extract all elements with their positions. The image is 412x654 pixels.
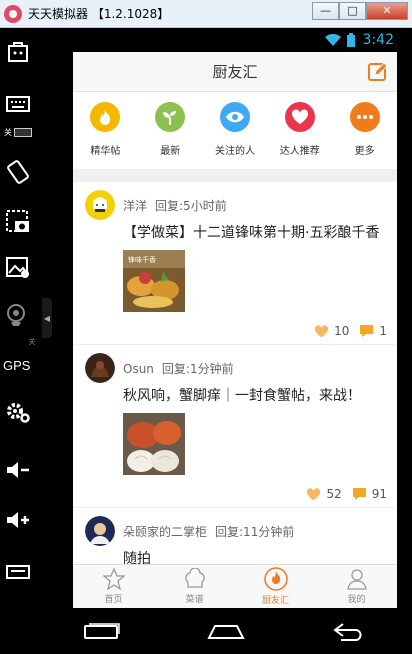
post-item[interactable]: 洋洋 回复:5小时前 【学做菜】十二道锋味第十期·五彩酿千香 锋味千香 10 1 bbox=[73, 182, 397, 345]
status-time: 3:42 bbox=[362, 32, 394, 48]
category-featured[interactable]: 精华帖 bbox=[73, 102, 137, 157]
window-title: 天天模拟器 【1.2.1028】 bbox=[28, 7, 170, 21]
category-label: 达人推荐 bbox=[279, 146, 320, 157]
screenshot-icon[interactable] bbox=[4, 208, 32, 236]
gallery-icon[interactable] bbox=[4, 254, 32, 282]
webcam-icon[interactable] bbox=[4, 302, 32, 330]
like-counter[interactable]: 52 bbox=[306, 487, 342, 501]
post-thumbnail[interactable]: 锋味千香 bbox=[123, 250, 185, 312]
tab-community[interactable]: 厨友汇 bbox=[235, 565, 316, 608]
menu-icon[interactable] bbox=[4, 558, 32, 586]
android-nav-bar bbox=[0, 608, 412, 654]
flame-icon bbox=[263, 567, 288, 591]
post-title: 秋风响，蟹脚痒｜一封食蟹帖，来战！ bbox=[123, 388, 361, 404]
keyboard-icon[interactable] bbox=[4, 90, 32, 118]
comment-count: 1 bbox=[379, 324, 387, 338]
comment-count: 91 bbox=[371, 487, 387, 501]
tab-label: 我的 bbox=[347, 595, 366, 605]
like-count: 10 bbox=[334, 324, 350, 338]
category-experts[interactable]: 达人推荐 bbox=[268, 102, 332, 157]
tab-profile[interactable]: 我的 bbox=[316, 565, 397, 608]
like-count: 52 bbox=[326, 487, 342, 501]
post-title: 【学做菜】十二道锋味第十期·五彩酿千香 bbox=[123, 225, 380, 241]
bottom-tab-bar: 首页 菜谱 厨友汇 我的 bbox=[73, 564, 397, 608]
sprout-icon bbox=[155, 102, 186, 132]
battery-icon bbox=[346, 33, 355, 47]
like-counter[interactable]: 10 bbox=[314, 324, 349, 338]
more-icon bbox=[349, 102, 380, 132]
gps-button[interactable]: GPS bbox=[3, 358, 30, 373]
tab-label: 首页 bbox=[104, 595, 123, 605]
avatar[interactable] bbox=[85, 516, 115, 546]
emulator-logo-icon bbox=[4, 4, 22, 23]
flame-icon bbox=[90, 102, 121, 132]
post-feed: 洋洋 回复:5小时前 【学做菜】十二道锋味第十期·五彩酿千香 锋味千香 10 1… bbox=[73, 182, 397, 575]
toggle-switch[interactable] bbox=[14, 127, 32, 137]
category-label: 更多 bbox=[354, 146, 375, 157]
keyboard-toggle[interactable]: 关 bbox=[4, 127, 34, 137]
close-button[interactable]: ✕ bbox=[366, 2, 408, 20]
avatar[interactable] bbox=[85, 190, 115, 220]
comment-icon bbox=[360, 325, 374, 337]
category-latest[interactable]: 最新 bbox=[138, 102, 202, 157]
toolbar-collapse-handle[interactable]: ◀ bbox=[42, 298, 52, 338]
chef-hat-icon bbox=[184, 568, 205, 588]
comment-counter[interactable]: 91 bbox=[352, 487, 387, 501]
volume-down-icon[interactable] bbox=[4, 456, 32, 484]
post-reply-time: 回复:5小时前 bbox=[155, 198, 227, 213]
post-username[interactable]: 洋洋 bbox=[123, 199, 147, 213]
tab-label: 厨友汇 bbox=[261, 596, 289, 606]
recent-apps-icon[interactable] bbox=[83, 622, 121, 640]
category-more[interactable]: 更多 bbox=[333, 102, 397, 157]
post-reply-time: 回复:1分钟前 bbox=[161, 361, 234, 376]
emulator-toolbar: 关 关 GPS bbox=[0, 28, 40, 618]
app-screen: 厨友汇 精华帖 最新 关注的人 达人推荐 更多 洋洋 回复:5小时前 【学做菜】… bbox=[73, 52, 397, 608]
post-thumbnail[interactable] bbox=[123, 413, 185, 475]
home-icon[interactable] bbox=[207, 622, 245, 640]
comment-icon bbox=[352, 488, 366, 500]
section-divider bbox=[73, 170, 397, 182]
person-icon bbox=[346, 569, 367, 590]
post-username[interactable]: Osun bbox=[123, 362, 154, 376]
tab-home[interactable]: 首页 bbox=[73, 565, 154, 608]
back-icon[interactable] bbox=[331, 621, 369, 641]
comment-counter[interactable]: 1 bbox=[359, 324, 387, 338]
heart-icon bbox=[284, 102, 315, 132]
category-label: 最新 bbox=[160, 146, 181, 157]
edit-post-icon[interactable] bbox=[367, 61, 389, 83]
thumbnail-caption: 锋味千香 bbox=[128, 255, 156, 264]
eye-icon bbox=[219, 102, 250, 132]
avatar[interactable] bbox=[85, 353, 115, 383]
settings-icon[interactable] bbox=[4, 398, 32, 426]
minimize-button[interactable]: — bbox=[312, 2, 339, 20]
page-title: 厨友汇 bbox=[212, 63, 258, 81]
maximize-button[interactable]: □ bbox=[339, 2, 366, 20]
post-username[interactable]: 朵颐家的二掌柜 bbox=[123, 525, 207, 539]
star-icon bbox=[102, 568, 125, 590]
rotate-icon[interactable] bbox=[4, 158, 32, 186]
wifi-icon bbox=[324, 34, 341, 46]
category-row: 精华帖 最新 关注的人 达人推荐 更多 bbox=[73, 92, 397, 170]
volume-up-icon[interactable] bbox=[4, 506, 32, 534]
heart-icon bbox=[307, 487, 321, 500]
window-controls: — □ ✕ bbox=[312, 2, 408, 20]
emulator-title-bar: 天天模拟器 【1.2.1028】 — □ ✕ bbox=[0, 0, 412, 28]
tab-label: 菜谱 bbox=[185, 595, 204, 605]
keyboard-toggle-label: 关 bbox=[4, 127, 12, 137]
heart-icon bbox=[315, 324, 329, 337]
category-label: 精华帖 bbox=[90, 146, 121, 157]
tab-recipes[interactable]: 菜谱 bbox=[154, 565, 235, 608]
app-header: 厨友汇 bbox=[73, 52, 397, 92]
bag-icon[interactable] bbox=[4, 38, 32, 66]
category-label: 关注的人 bbox=[214, 146, 255, 157]
post-reply-time: 回复:11分钟前 bbox=[215, 524, 295, 539]
category-following[interactable]: 关注的人 bbox=[203, 102, 267, 157]
post-item[interactable]: Osun 回复:1分钟前 秋风响，蟹脚痒｜一封食蟹帖，来战！ 52 91 bbox=[73, 345, 397, 508]
android-status-bar: 3:42 bbox=[40, 28, 412, 52]
